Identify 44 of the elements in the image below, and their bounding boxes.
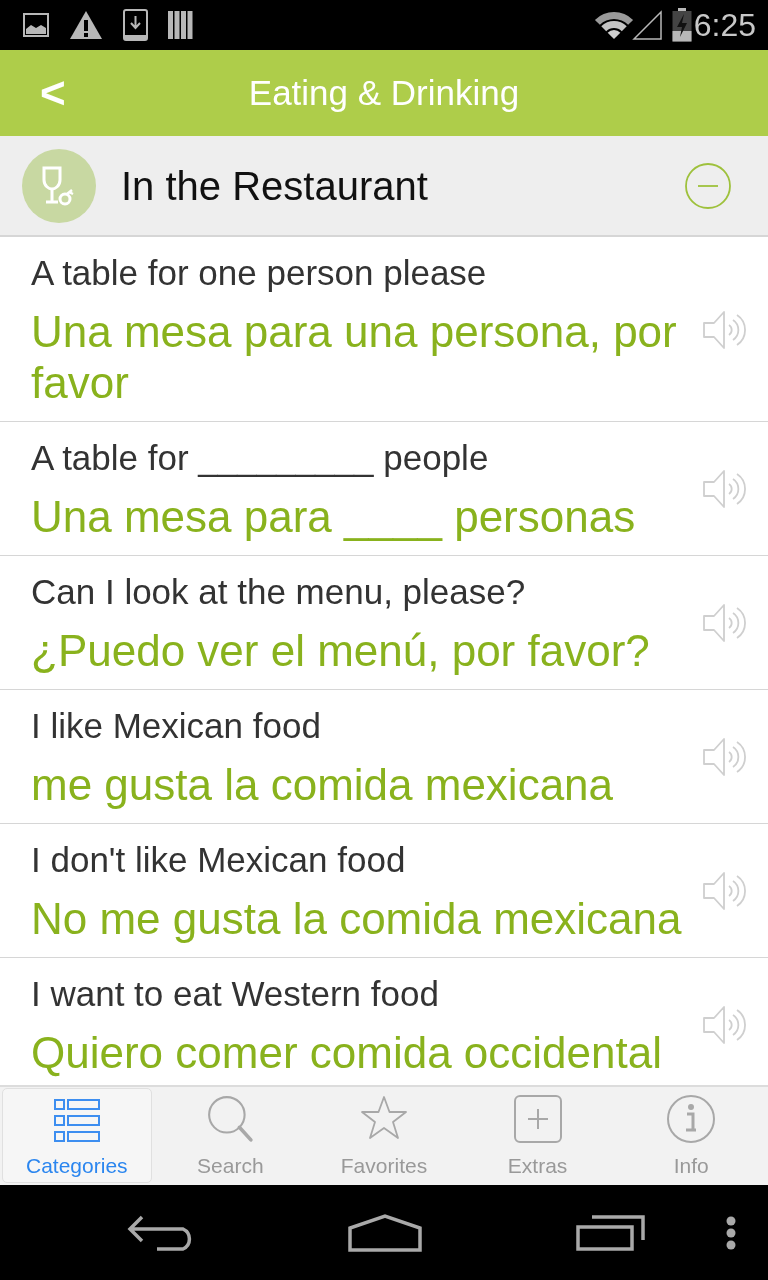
home-icon[interactable] xyxy=(348,1213,422,1252)
tab-button[interactable]: Categories xyxy=(2,1088,152,1183)
spanish-phrase: Una mesa para una persona, por favor xyxy=(31,306,678,408)
tab-button[interactable]: Search xyxy=(155,1088,306,1183)
english-phrase: I like Mexican food xyxy=(31,705,322,747)
battery-charging-icon xyxy=(671,8,692,42)
speaker-icon[interactable] xyxy=(702,1004,746,1046)
more-options-icon[interactable] xyxy=(726,1215,736,1250)
speaker-icon[interactable] xyxy=(702,870,746,912)
collapse-icon[interactable] xyxy=(685,162,731,209)
speaker-icon[interactable] xyxy=(702,736,746,778)
english-phrase: Can I look at the menu, please? xyxy=(31,571,527,613)
spanish-phrase: Quiero comer comida occidental xyxy=(31,1027,663,1078)
tab-button[interactable]: Info xyxy=(616,1088,766,1183)
info-icon xyxy=(667,1095,716,1143)
speaker-icon[interactable] xyxy=(702,602,746,644)
tab-button[interactable]: Extras xyxy=(462,1088,613,1183)
wifi-icon xyxy=(593,11,634,39)
back-button[interactable]: < xyxy=(36,68,70,118)
screen-title: Eating & Drinking xyxy=(248,72,520,114)
tab-button[interactable]: Favorites xyxy=(309,1088,459,1183)
list-icon xyxy=(53,1099,100,1143)
spanish-phrase: Una mesa para ____ personas xyxy=(31,491,637,542)
english-phrase: I don't like Mexican food xyxy=(31,839,407,881)
clock-time: 6:25 xyxy=(693,7,756,43)
search-icon xyxy=(206,1095,255,1143)
recent-apps-icon[interactable] xyxy=(576,1214,646,1251)
spanish-phrase: No me gusta la comida mexicana xyxy=(31,893,683,944)
warning-icon xyxy=(69,10,103,40)
category-title: In the Restaurant xyxy=(121,162,429,210)
english-phrase: A table for _________ people xyxy=(31,437,490,479)
speaker-icon[interactable] xyxy=(702,468,746,510)
signal-icon xyxy=(631,10,662,40)
english-phrase: I want to eat Western food xyxy=(31,973,440,1015)
english-phrase: A table for one person please xyxy=(31,252,488,294)
image-icon xyxy=(23,13,49,37)
spanish-phrase: ¿Puedo ver el menú, por favor? xyxy=(31,625,651,676)
vertical-bars-icon xyxy=(168,10,193,40)
wine-glass-icon xyxy=(22,148,96,223)
category-header[interactable]: In the Restaurant xyxy=(0,136,768,237)
speaker-icon[interactable] xyxy=(702,308,746,351)
plus-square-icon xyxy=(513,1095,562,1143)
download-icon xyxy=(123,9,148,41)
spanish-phrase: me gusta la comida mexicana xyxy=(31,759,615,810)
